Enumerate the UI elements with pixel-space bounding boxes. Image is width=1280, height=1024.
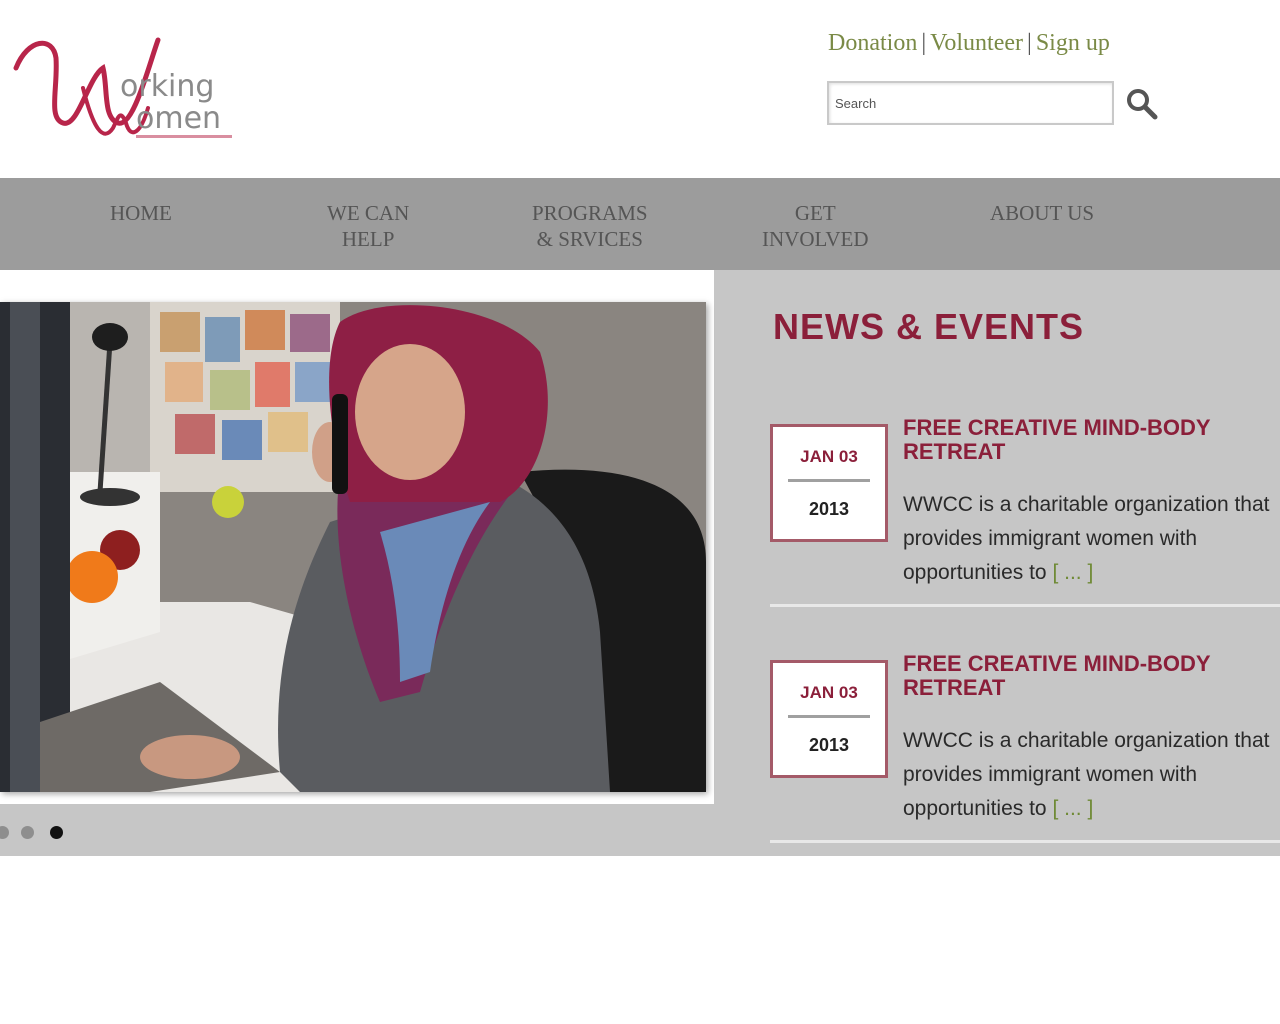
search-button[interactable] bbox=[1124, 86, 1160, 122]
event-year: 2013 bbox=[808, 735, 850, 755]
event-title-link[interactable]: FREE CREATIVE MIND-BODY RETREAT bbox=[903, 416, 1273, 464]
read-more-link[interactable]: [ ... ] bbox=[1052, 561, 1093, 584]
slider-dot-2[interactable] bbox=[21, 826, 34, 839]
event-item: JAN 03 2013 FREE CREATIVE MIND-BODY RETR… bbox=[770, 416, 1280, 616]
link-separator: | bbox=[921, 30, 927, 56]
date-divider bbox=[788, 715, 870, 718]
news-events-heading: NEWS & EVENTS bbox=[773, 306, 1085, 347]
event-divider bbox=[770, 840, 1280, 843]
nav-item-about-us[interactable]: ABOUT US bbox=[990, 200, 1094, 226]
volunteer-link[interactable]: Volunteer bbox=[930, 30, 1023, 56]
svg-text:orking: orking bbox=[120, 69, 214, 104]
search-icon bbox=[1127, 89, 1158, 120]
event-divider bbox=[770, 604, 1280, 607]
event-title-link[interactable]: FREE CREATIVE MIND-BODY RETREAT bbox=[903, 652, 1273, 700]
search-input[interactable] bbox=[827, 81, 1114, 125]
event-item: JAN 03 2013 FREE CREATIVE MIND-BODY RETR… bbox=[770, 652, 1280, 852]
link-separator: | bbox=[1027, 30, 1032, 56]
donation-link[interactable]: Donation bbox=[828, 30, 917, 56]
event-year: 2013 bbox=[808, 499, 850, 519]
site-logo[interactable]: orking omen bbox=[8, 28, 248, 153]
event-description: WWCC is a charitable organization that p… bbox=[903, 724, 1278, 826]
event-date-box: JAN 03 2013 bbox=[770, 660, 888, 778]
main-nav: HOME WE CAN HELP PROGRAMS & SRVICES GET … bbox=[0, 178, 1280, 270]
slider-dot-3[interactable] bbox=[50, 826, 63, 839]
nav-item-we-can-help[interactable]: WE CAN HELP bbox=[327, 200, 409, 252]
nav-item-get-involved[interactable]: GET INVOLVED bbox=[762, 200, 869, 252]
nav-item-home[interactable]: HOME bbox=[110, 200, 172, 226]
event-date: JAN 03 bbox=[800, 447, 858, 466]
event-date-box: JAN 03 2013 bbox=[770, 424, 888, 542]
nav-item-programs-services[interactable]: PROGRAMS & SRVICES bbox=[532, 200, 648, 252]
event-description: WWCC is a charitable organization that p… bbox=[903, 488, 1278, 590]
slide-image[interactable] bbox=[0, 302, 706, 792]
slider-panel bbox=[0, 270, 714, 804]
content-area: NEWS & EVENTS JAN 03 2013 FREE CREATIVE … bbox=[0, 270, 1280, 856]
site-header: orking omen Donation | Volunteer | Sign up bbox=[0, 0, 1280, 178]
read-more-link[interactable]: [ ... ] bbox=[1052, 797, 1093, 820]
signup-link[interactable]: Sign up bbox=[1036, 30, 1110, 56]
top-links: Donation | Volunteer | Sign up bbox=[828, 30, 1110, 57]
date-divider bbox=[788, 479, 870, 482]
svg-text:omen: omen bbox=[136, 101, 221, 136]
event-date: JAN 03 bbox=[800, 683, 858, 702]
slider-dot-1[interactable] bbox=[0, 826, 9, 839]
